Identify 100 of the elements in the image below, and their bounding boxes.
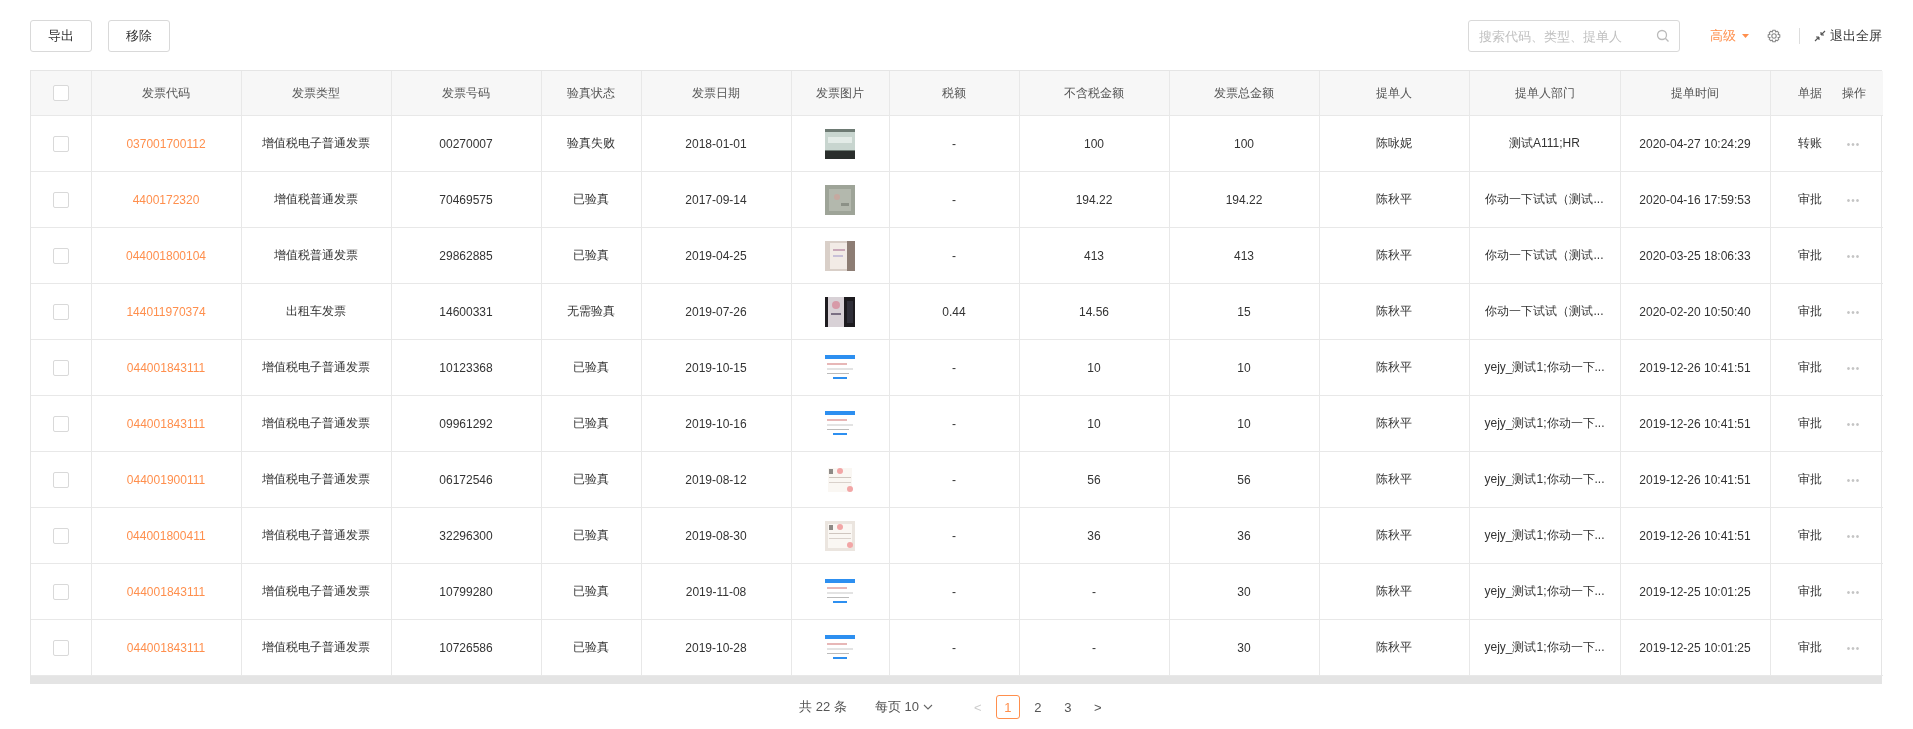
table-cell: 00270007: [439, 136, 493, 151]
invoice-code-link[interactable]: 144011970374: [126, 304, 206, 319]
table-cell: 增值税普通发票: [274, 248, 358, 262]
page-button[interactable]: 2: [1025, 695, 1050, 719]
invoice-code-link[interactable]: 044001843111: [126, 584, 206, 599]
more-actions-button[interactable]: •••: [1846, 586, 1861, 598]
checkbox[interactable]: [52, 247, 69, 264]
table-cell: 已验真: [573, 248, 609, 262]
table-cell: 陈秋平: [1376, 584, 1412, 598]
table-cell: 已验真: [573, 360, 609, 374]
table-cell: 增值税电子普通发票: [262, 416, 370, 430]
table-cell: 2019-10-16: [685, 416, 747, 431]
more-actions-button[interactable]: •••: [1846, 250, 1861, 262]
table-cell: -: [952, 640, 956, 655]
search-field[interactable]: 搜索代码、类型、提单人: [1468, 20, 1680, 52]
advanced-dropdown[interactable]: 高级: [1710, 27, 1749, 45]
more-actions-button[interactable]: •••: [1846, 418, 1861, 430]
table-cell: 100: [1234, 136, 1254, 151]
table-cell: 陈秋平: [1376, 248, 1412, 262]
column-header: 操作: [1841, 85, 1866, 100]
settings-icon[interactable]: [1767, 29, 1781, 43]
table-cell: 已验真: [573, 192, 609, 206]
table-cell: 审批: [1798, 528, 1822, 542]
checkbox[interactable]: [52, 85, 69, 101]
invoice-code-link[interactable]: 044001843111: [126, 416, 206, 431]
previous-page-button[interactable]: <: [965, 695, 990, 719]
table-cell: 32296300: [439, 528, 493, 543]
horizontal-scrollbar[interactable]: [30, 676, 1882, 684]
checkbox[interactable]: [52, 415, 69, 432]
table-cell: 已验真: [573, 584, 609, 598]
table-cell: 出租车发票: [286, 304, 346, 318]
checkbox[interactable]: [52, 639, 69, 656]
page-button[interactable]: 1: [995, 695, 1020, 719]
table-cell: 2018-01-01: [685, 136, 747, 151]
table-cell: 增值税电子普通发票: [262, 584, 370, 598]
table-cell: -: [952, 472, 956, 487]
table-cell: 审批: [1798, 360, 1822, 374]
more-actions-button[interactable]: •••: [1846, 474, 1861, 486]
invoice-code-link[interactable]: 044001800411: [126, 528, 206, 543]
more-actions-button[interactable]: •••: [1846, 362, 1861, 374]
table-cell: 36: [1087, 528, 1101, 543]
table-cell: 陈咏妮: [1376, 136, 1412, 150]
checkbox[interactable]: [52, 135, 69, 152]
more-actions-button[interactable]: •••: [1846, 138, 1861, 150]
invoice-code-link[interactable]: 037001700112: [126, 136, 206, 151]
table-cell: 70469575: [439, 192, 493, 207]
table-cell: 增值税电子普通发票: [262, 528, 370, 542]
page-button[interactable]: 3: [1055, 695, 1080, 719]
table-cell: 2019-12-26 10:41:51: [1639, 528, 1751, 543]
more-actions-button[interactable]: •••: [1846, 306, 1861, 318]
invoice-code-link[interactable]: 4400172320: [132, 192, 200, 207]
table-cell: 10: [1237, 360, 1251, 375]
checkbox[interactable]: [52, 471, 69, 488]
checkbox[interactable]: [52, 303, 69, 320]
table-cell: 陈秋平: [1376, 528, 1412, 542]
table-cell: 2020-02-20 10:50:40: [1639, 304, 1751, 319]
table-cell: 194.22: [1225, 192, 1263, 207]
invoice-code-link[interactable]: 044001900111: [126, 472, 206, 487]
table-cell: yejy_测试1;你动一下...: [1484, 472, 1605, 486]
invoice-code-link[interactable]: 044001800104: [125, 248, 207, 263]
page-size-dropdown[interactable]: 每页 10: [874, 698, 933, 716]
table-cell: 2019-12-25 10:01:25: [1639, 584, 1751, 599]
checkbox[interactable]: [52, 583, 69, 600]
table-cell: 陈秋平: [1376, 360, 1412, 374]
table-cell: 你动一下试试（测试...: [1485, 192, 1604, 206]
column-header: 提单时间: [1671, 85, 1719, 100]
column-header: 发票类型: [292, 85, 340, 100]
table-cell: -: [952, 528, 956, 543]
table-cell: 194.22: [1075, 192, 1113, 207]
table-cell: 测试A111;HR: [1509, 136, 1580, 150]
more-actions-button[interactable]: •••: [1846, 194, 1861, 206]
table-cell: 审批: [1798, 248, 1822, 262]
checkbox[interactable]: [52, 359, 69, 376]
table-cell: 你动一下试试（测试...: [1485, 248, 1604, 262]
column-header: 发票代码: [142, 85, 190, 100]
table-cell: 30: [1237, 640, 1251, 655]
checkbox[interactable]: [52, 527, 69, 544]
more-actions-button[interactable]: •••: [1846, 530, 1861, 542]
table-cell: 已验真: [573, 528, 609, 542]
table-cell: 09961292: [439, 416, 493, 431]
remove-button[interactable]: 移除: [108, 20, 170, 52]
table-cell: 413: [1234, 248, 1254, 263]
table-cell: 10: [1087, 360, 1101, 375]
column-header: 不含税金额: [1064, 85, 1124, 100]
table-cell: 2019-10-28: [685, 640, 747, 655]
checkbox[interactable]: [52, 191, 69, 208]
table-cell: -: [952, 136, 956, 151]
invoice-code-link[interactable]: 044001843111: [126, 360, 206, 375]
more-actions-button[interactable]: •••: [1846, 642, 1861, 654]
next-page-button[interactable]: >: [1085, 695, 1110, 719]
table-cell: 29862885: [439, 248, 493, 263]
table-cell: 无需验真: [567, 304, 615, 318]
column-header: 验真状态: [567, 85, 615, 100]
invoice-code-link[interactable]: 044001843111: [126, 640, 206, 655]
table-cell: yejy_测试1;你动一下...: [1484, 584, 1605, 598]
table-cell: 审批: [1798, 416, 1822, 430]
export-button[interactable]: 导出: [30, 20, 92, 52]
table-cell: 审批: [1798, 304, 1822, 318]
exit-fullscreen-button[interactable]: 退出全屏: [1814, 27, 1882, 45]
table-cell: -: [952, 360, 956, 375]
